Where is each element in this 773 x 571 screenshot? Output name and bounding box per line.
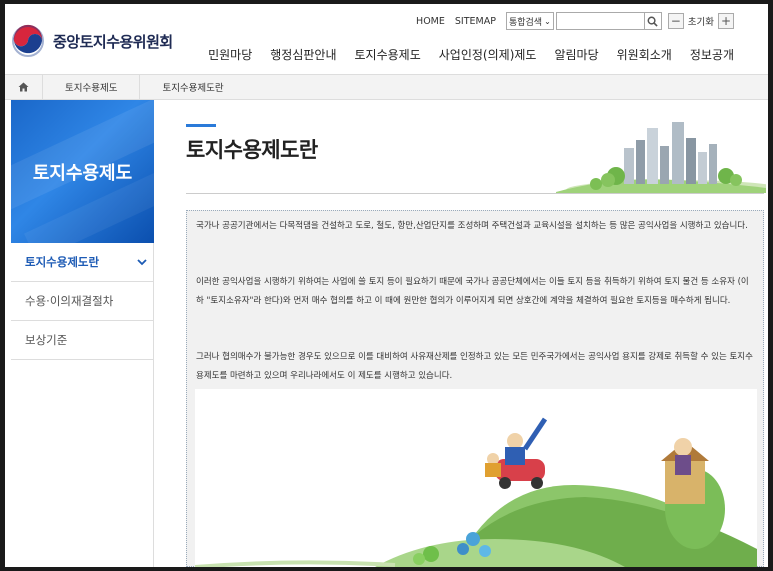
description-box: 국가나 공공기관에서는 다목적댐을 건설하고 도로, 철도, 항만,산업단지를 … <box>186 210 764 567</box>
sidebar-item-label: 보상기준 <box>25 333 68 347</box>
search-icon <box>647 16 658 27</box>
chevron-down-icon: ⌄ <box>544 16 551 26</box>
sidebar-item-overview[interactable]: 토지수용제도란 <box>11 243 153 282</box>
zoom-in-button[interactable]: + <box>718 13 734 29</box>
breadcrumb-item[interactable]: 토지수용제도 <box>43 74 141 100</box>
taegeuk-logo-icon <box>12 24 44 57</box>
gnb-item-about[interactable]: 위원회소개 <box>617 46 672 63</box>
sidebar-item-label: 수용·이의재결절차 <box>25 294 114 308</box>
sidebar-title: 토지수용제도 <box>11 100 154 243</box>
search-scope-value: 통합검색 <box>508 17 543 28</box>
breadcrumb-label: 토지수용제도 <box>65 83 118 94</box>
gnb-item-info-disclosure[interactable]: 정보공개 <box>690 46 734 63</box>
search-button[interactable] <box>643 12 662 30</box>
home-icon <box>18 82 29 92</box>
search-scope-select[interactable]: 통합검색 ⌄ <box>505 12 554 30</box>
landowner-illustration <box>195 389 757 567</box>
sidebar-item-compensation[interactable]: 보상기준 <box>11 321 153 360</box>
breadcrumb: 토지수용제도 토지수용제도란 <box>5 74 768 100</box>
breadcrumb-label: 토지수용제도란 <box>162 83 224 94</box>
zoom-out-button[interactable]: − <box>667 13 684 29</box>
gnb-item-civil[interactable]: 민원마당 <box>208 46 252 63</box>
paragraph-1: 국가나 공공기관에서는 다목적댐을 건설하고 도로, 철도, 항만,산업단지를 … <box>196 221 748 231</box>
main-content: 토지수용제도란 국가나 공공기관에서는 다목적댐을 건설하고 도로, 철도, 항… <box>186 100 766 567</box>
gnb-item-project-approval[interactable]: 사업인정(의제)제도 <box>439 46 537 63</box>
sitemap-link[interactable]: SITEMAP <box>455 16 496 27</box>
page-title: 토지수용제도란 <box>186 138 318 162</box>
site-logo[interactable]: 중앙토지수용위원회 <box>11 24 173 58</box>
page-frame: 중앙토지수용위원회 HOME SITEMAP 통합검색 ⌄ − 초기화 + 민원… <box>5 4 768 567</box>
gnb-item-appeal[interactable]: 행정심판안내 <box>270 46 336 63</box>
chevron-down-icon <box>137 258 147 265</box>
title-accent-bar <box>186 124 216 127</box>
search-input[interactable] <box>555 12 644 30</box>
breadcrumb-item-current[interactable]: 토지수용제도란 <box>140 74 245 100</box>
city-skyline-illustration <box>556 122 766 193</box>
sidebar-item-procedure[interactable]: 수용·이의재결절차 <box>11 282 153 321</box>
sidebar: 토지수용제도 토지수용제도란 수용·이의재결절차 보상기준 <box>11 100 154 567</box>
gnb-item-land-expropriation[interactable]: 토지수용제도 <box>355 46 421 63</box>
main-navigation: 민원마당 행정심판안내 토지수용제도 사업인정(의제)제도 알림마당 위원회소개… <box>190 46 734 63</box>
site-header: 중앙토지수용위원회 HOME SITEMAP 통합검색 ⌄ − 초기화 + 민원… <box>5 4 768 74</box>
gnb-item-notice[interactable]: 알림마당 <box>554 46 598 63</box>
breadcrumb-home[interactable] <box>5 74 43 100</box>
sidebar-title-text: 토지수용제도 <box>32 162 133 184</box>
title-divider <box>186 193 764 194</box>
utility-bar: HOME SITEMAP 통합검색 ⌄ − 초기화 + <box>416 12 734 30</box>
home-link[interactable]: HOME <box>416 16 445 27</box>
sidebar-item-label: 토지수용제도란 <box>25 255 100 269</box>
zoom-reset-button[interactable]: 초기화 <box>688 14 714 28</box>
paragraph-2: 이러한 공익사업을 시행하기 위하여는 사업에 쓸 토지 등이 필요하기 때문에… <box>196 277 749 306</box>
logo-text: 중앙토지수용위원회 <box>53 32 173 51</box>
paragraph-3: 그러나 협의매수가 불가능한 경우도 있으므로 이를 대비하여 사유재산제를 인… <box>196 352 753 381</box>
